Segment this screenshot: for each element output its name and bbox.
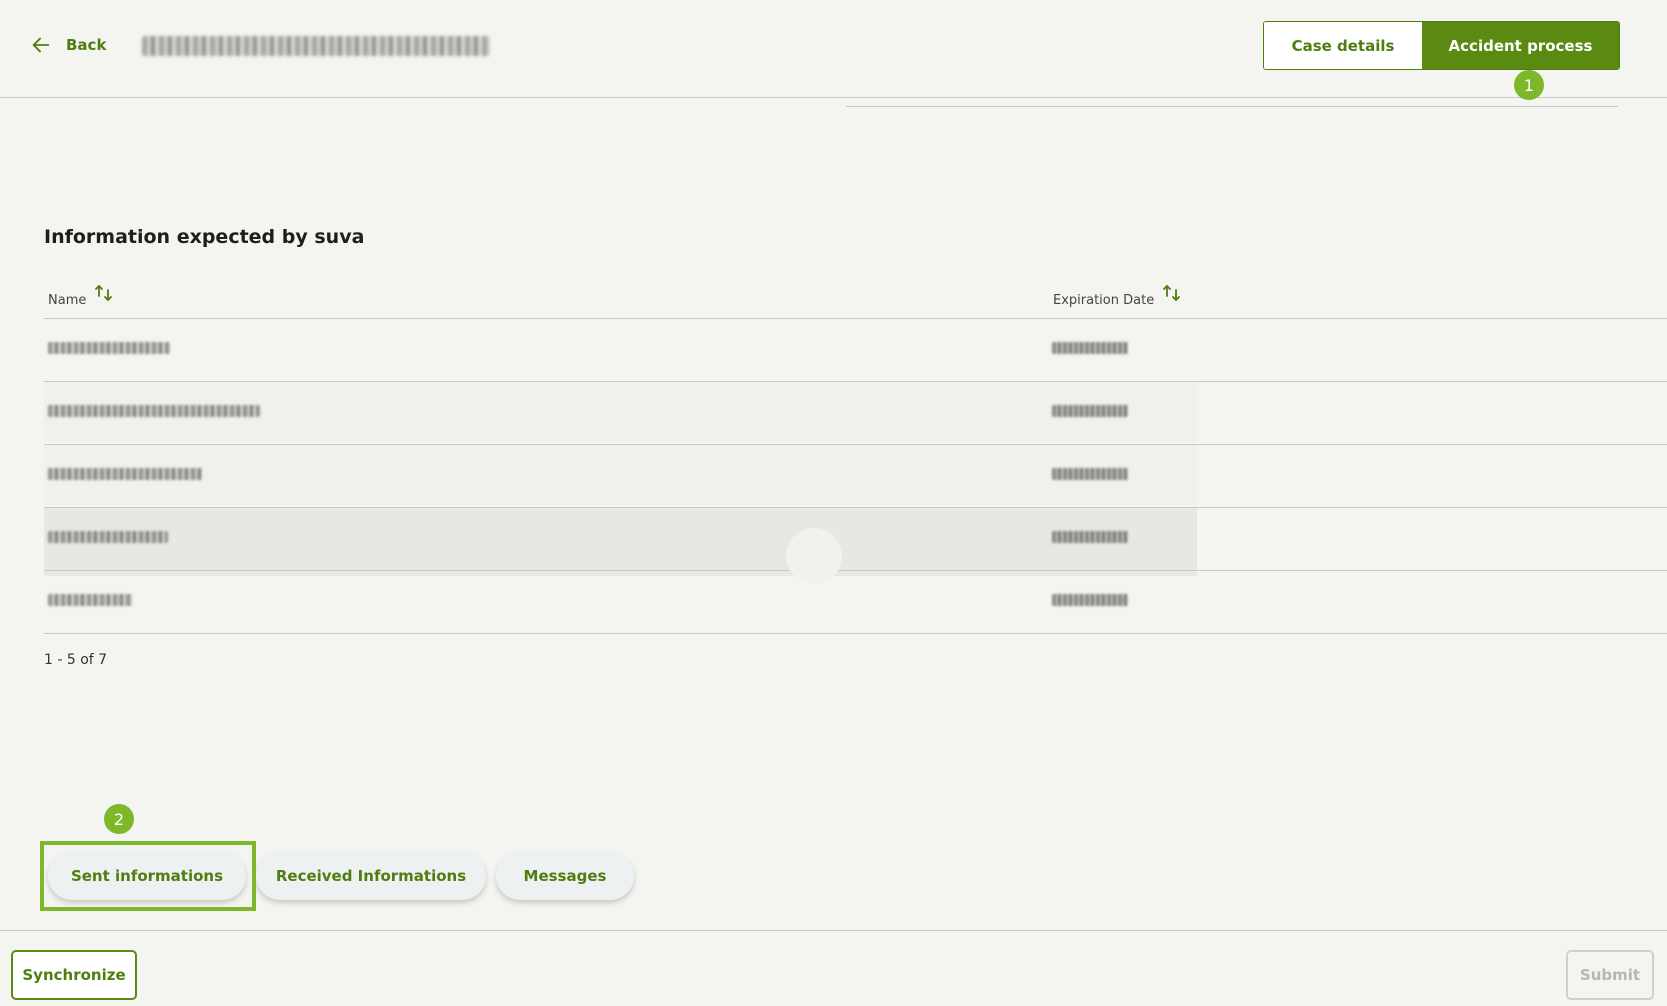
pointer-indicator xyxy=(786,528,842,584)
column-header-name[interactable]: Name xyxy=(48,284,116,308)
cell-expiration-blurred xyxy=(1052,531,1128,543)
cell-name-blurred xyxy=(48,342,170,354)
sub-divider xyxy=(846,106,1618,107)
column-label-name: Name xyxy=(48,293,87,308)
sort-icon xyxy=(95,285,113,301)
page: Back Case details Accident process 1 Inf… xyxy=(0,0,1667,1006)
synchronize-button[interactable]: Synchronize xyxy=(11,950,137,1000)
top-bar: Back Case details Accident process xyxy=(0,0,1667,98)
expected-info-table: Name Expiration Date xyxy=(44,278,1667,634)
step-badge-1: 1 xyxy=(1514,70,1544,100)
sort-icon xyxy=(1163,285,1181,301)
cell-expiration-blurred xyxy=(1052,594,1128,606)
column-label-expiration-date: Expiration Date xyxy=(1053,293,1155,308)
cell-expiration-blurred xyxy=(1052,342,1128,354)
table-row[interactable] xyxy=(44,571,1667,634)
submit-button[interactable]: Submit xyxy=(1566,950,1654,1000)
cell-expiration-blurred xyxy=(1052,468,1128,480)
pagination-summary: 1 - 5 of 7 xyxy=(44,652,108,668)
row-background xyxy=(44,508,1197,576)
view-switcher: Case details Accident process xyxy=(1263,21,1620,70)
back-label: Back xyxy=(66,36,107,54)
table-row[interactable] xyxy=(44,508,1667,576)
cell-name-blurred xyxy=(48,468,202,480)
tab-sent-informations[interactable]: Sent informations xyxy=(48,852,246,900)
case-reference-blurred xyxy=(142,36,490,56)
table-row[interactable] xyxy=(44,382,1667,445)
row-background xyxy=(44,319,1197,379)
footer-bar: Synchronize Submit xyxy=(0,930,1667,1006)
row-background xyxy=(44,571,1197,631)
section-title: Information expected by suva xyxy=(44,226,365,248)
table-row[interactable] xyxy=(44,445,1667,508)
tab-received-informations[interactable]: Received Informations xyxy=(256,852,486,900)
cell-name-blurred xyxy=(48,594,132,606)
tab-messages[interactable]: Messages xyxy=(496,852,634,900)
arrow-left-icon xyxy=(32,37,50,53)
cell-name-blurred xyxy=(48,405,260,417)
cell-name-blurred xyxy=(48,531,168,543)
information-tabs: Sent informations Received Informations … xyxy=(48,852,634,900)
row-divider xyxy=(44,633,1667,634)
table-header: Name Expiration Date xyxy=(44,278,1667,319)
back-link[interactable]: Back xyxy=(30,34,106,56)
case-details-button[interactable]: Case details xyxy=(1264,22,1422,69)
column-header-expiration-date[interactable]: Expiration Date xyxy=(1053,284,1184,308)
cell-expiration-blurred xyxy=(1052,405,1128,417)
table-row[interactable] xyxy=(44,319,1667,382)
row-background xyxy=(44,445,1197,505)
accident-process-button[interactable]: Accident process xyxy=(1422,22,1619,69)
step-badge-2: 2 xyxy=(104,804,134,834)
